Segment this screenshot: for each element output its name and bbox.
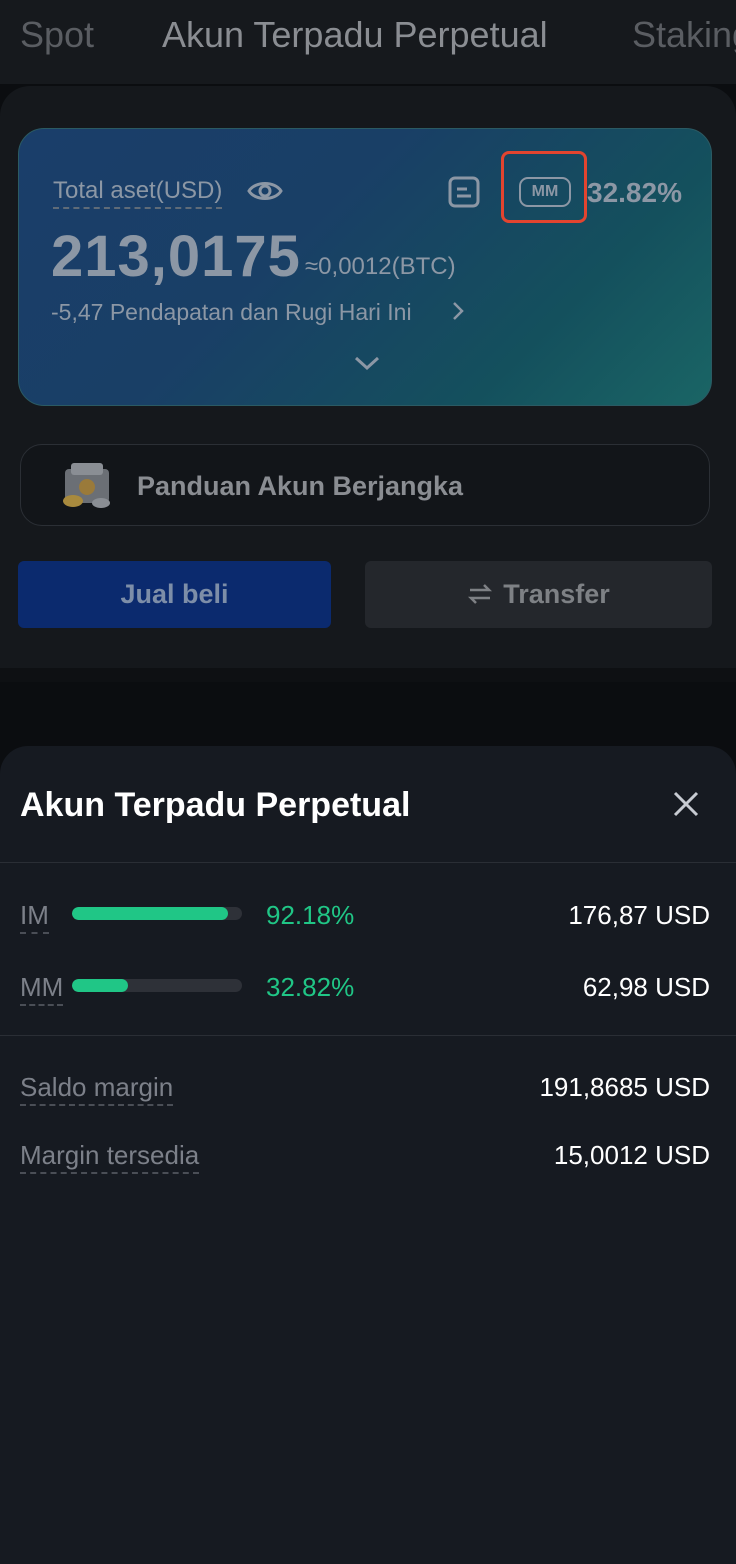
im-label[interactable]: IM: [20, 900, 49, 934]
im-progress-bar: [72, 907, 242, 920]
chevron-down-icon[interactable]: [353, 355, 381, 371]
mm-progress-fill: [72, 979, 129, 992]
guide-label: Panduan Akun Berjangka: [137, 471, 464, 501]
mm-highlight-box: [501, 151, 587, 223]
mm-ratio: 32.82%: [587, 177, 682, 208]
eye-icon[interactable]: [247, 177, 283, 205]
total-assets-label[interactable]: Total aset(USD): [53, 177, 223, 209]
margin-balance-label[interactable]: Saldo margin: [20, 1072, 174, 1106]
transfer-label: Transfer: [503, 579, 610, 609]
mm-percent: 32.82%: [266, 972, 355, 1002]
mm-value: 62,98 USD: [582, 972, 710, 1002]
transfer-icon: [468, 584, 493, 604]
divider: [0, 862, 736, 863]
daily-pnl[interactable]: -5,47 Pendapatan dan Rugi Hari Ini: [51, 299, 412, 326]
chevron-right-icon[interactable]: [451, 299, 465, 323]
im-percent: 92.18%: [266, 900, 355, 930]
tab-staking[interactable]: Staking: [632, 14, 736, 56]
mm-label[interactable]: MM: [20, 972, 64, 1006]
available-margin-label[interactable]: Margin tersedia: [20, 1140, 200, 1174]
trade-button[interactable]: Jual beli: [18, 561, 331, 628]
tab-spot[interactable]: Spot: [20, 14, 94, 56]
btc-equivalent: ≈0,0012(BTC): [305, 253, 456, 280]
sheet-title: Akun Terpadu Perpetual: [20, 786, 411, 824]
im-value: 176,87 USD: [568, 900, 710, 930]
available-margin-value: 15,0012 USD: [553, 1140, 710, 1170]
transfer-button[interactable]: Transfer: [365, 561, 712, 628]
close-icon[interactable]: [672, 790, 700, 818]
total-assets-value: 213,0175: [51, 224, 301, 289]
tab-unified-perpetual[interactable]: Akun Terpadu Perpetual: [162, 14, 548, 56]
divider: [0, 1035, 736, 1036]
unified-account-sheet: Akun Terpadu Perpetual IM 92.18% 176,87 …: [0, 746, 736, 1564]
mm-progress-bar: [72, 979, 242, 992]
report-icon[interactable]: [447, 175, 481, 209]
top-tabs: Spot Akun Terpadu Perpetual Staking: [0, 0, 736, 84]
im-progress-fill: [72, 907, 229, 920]
total-assets-card: Total aset(USD) MM 32.82% 213,0175 ≈0,00…: [18, 128, 712, 406]
futures-guide-banner[interactable]: Panduan Akun Berjangka: [20, 444, 710, 526]
margin-balance-value: 191,8685 USD: [539, 1072, 710, 1102]
separator-strip: [0, 668, 736, 682]
guide-safe-icon: [63, 463, 110, 508]
